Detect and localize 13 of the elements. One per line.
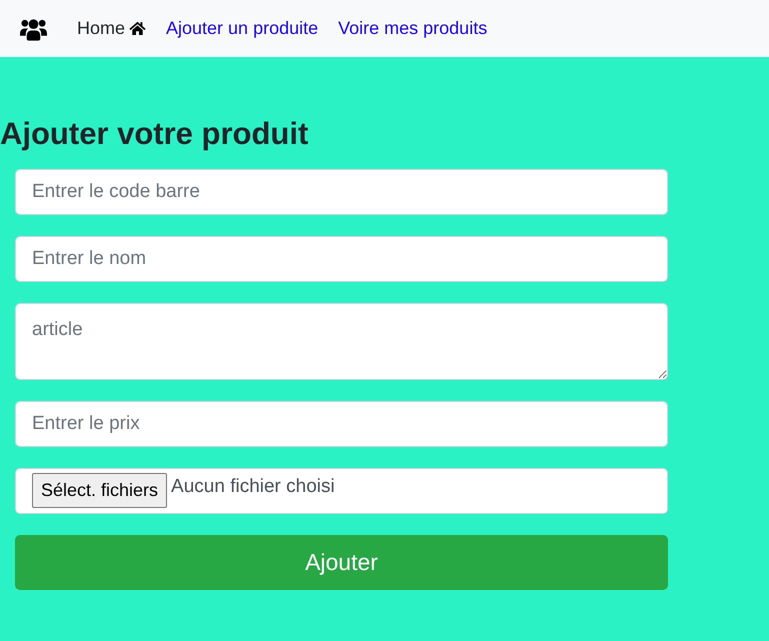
users-icon [20, 16, 47, 40]
nav-link[interactable]: Voire mes produits [338, 15, 488, 42]
nav-link[interactable]: Ajouter un produite [166, 15, 318, 42]
input-field[interactable]: Entrer le code barre [15, 169, 668, 215]
home-link[interactable]: Home [77, 15, 146, 42]
choose-file-button[interactable]: Sélect. fichiers [32, 473, 168, 508]
file-status-text: Aucun fichier choisi [171, 475, 335, 499]
house-icon [129, 21, 146, 35]
input-field[interactable]: Entrer le prix [15, 401, 668, 447]
input-field[interactable]: Entrer le nom [15, 236, 668, 282]
file-field[interactable]: Sélect. fichiers Aucun fichier choisi [15, 468, 668, 514]
textarea-field[interactable]: article [15, 303, 668, 380]
page-title: Ajouter votre produit [0, 115, 310, 153]
